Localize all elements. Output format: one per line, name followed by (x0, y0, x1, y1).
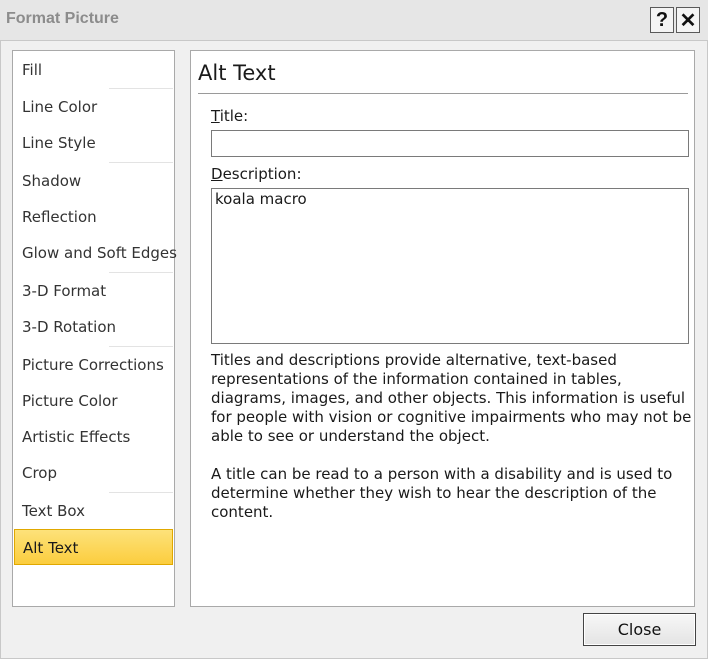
sidebar-item-alt-text[interactable]: Alt Text (14, 529, 173, 565)
help-paragraph: Titles and descriptions provide alternat… (211, 351, 692, 445)
category-list: Fill Line Color Line Style Shadow Reflec… (12, 50, 177, 607)
alt-text-panel: Alt Text Title: Description: koala macro… (190, 50, 695, 607)
sidebar-item-line-color[interactable]: Line Color (14, 89, 173, 125)
close-icon[interactable]: ✕ (676, 7, 700, 33)
sidebar-item-picture-color[interactable]: Picture Color (14, 383, 173, 419)
title-input[interactable] (211, 130, 689, 157)
sidebar-item-reflection[interactable]: Reflection (14, 199, 173, 235)
help-paragraph: A title can be read to a person with a d… (211, 465, 673, 521)
divider (198, 93, 688, 94)
title-bar: Format Picture ? ✕ (0, 0, 708, 41)
sidebar-item-line-style[interactable]: Line Style (14, 125, 173, 161)
sidebar-item-picture-corrections[interactable]: Picture Corrections (14, 347, 173, 383)
sidebar-item-fill[interactable]: Fill (14, 52, 173, 88)
help-text: Titles and descriptions provide alternat… (211, 351, 693, 541)
sidebar-item-3d-rotation[interactable]: 3-D Rotation (14, 309, 173, 345)
sidebar-item-glow-soft-edges[interactable]: Glow and Soft Edges (14, 235, 177, 271)
title-label: Title: (211, 107, 249, 125)
sidebar-item-text-box[interactable]: Text Box (14, 493, 173, 529)
sidebar-item-crop[interactable]: Crop (14, 455, 173, 491)
sidebar-item-artistic-effects[interactable]: Artistic Effects (14, 419, 173, 455)
help-button[interactable]: ? (650, 7, 674, 33)
description-input[interactable]: koala macro (211, 188, 689, 344)
sidebar-item-shadow[interactable]: Shadow (14, 163, 173, 199)
close-button[interactable]: Close (583, 613, 696, 646)
sidebar-item-3d-format[interactable]: 3-D Format (14, 273, 173, 309)
description-label: Description: (211, 165, 302, 183)
panel-title: Alt Text (198, 61, 276, 85)
dialog-title: Format Picture (6, 10, 119, 27)
